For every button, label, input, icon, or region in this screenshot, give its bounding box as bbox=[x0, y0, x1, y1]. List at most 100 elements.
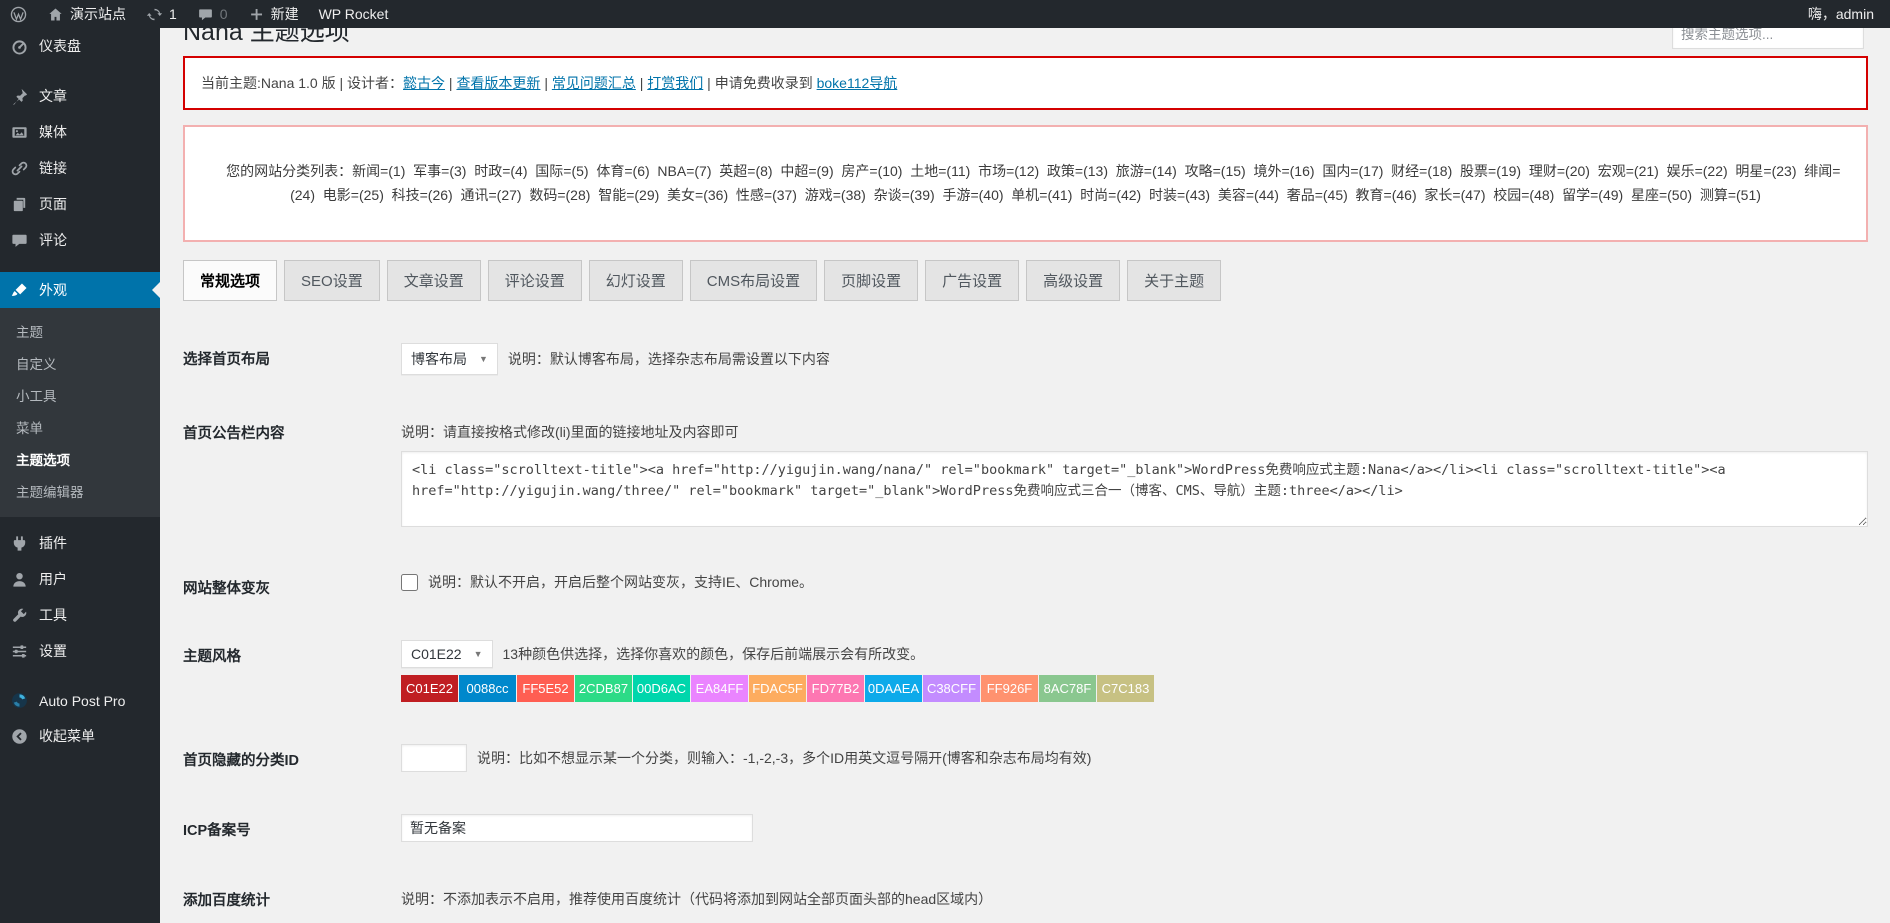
main-content: Nana 主题选项 当前主题:Nana 1.0 版 | 设计者：懿古今 | 查看… bbox=[160, 0, 1890, 923]
sidebar-item-users[interactable]: 用户 bbox=[0, 561, 160, 597]
comment-count: 0 bbox=[220, 6, 228, 22]
color-swatch[interactable]: FDAC5F bbox=[749, 675, 806, 702]
color-swatch[interactable]: 00D6AC bbox=[633, 675, 690, 702]
icp-input[interactable] bbox=[401, 814, 753, 842]
color-swatch[interactable]: C01E22 bbox=[401, 675, 458, 702]
theme-color-select-value: C01E22 bbox=[411, 646, 462, 662]
gray-checkbox[interactable] bbox=[401, 574, 418, 591]
field-label-baidu: 添加百度统计 bbox=[183, 884, 401, 910]
sidebar-item-plugins[interactable]: 插件 bbox=[0, 525, 160, 561]
field-label-hide-cats: 首页隐藏的分类ID bbox=[183, 744, 401, 770]
wp-rocket-menu-item[interactable]: WP Rocket bbox=[309, 0, 399, 28]
theme-info-link[interactable]: 查看版本更新 bbox=[456, 75, 540, 91]
account-menu-item[interactable]: 嗨，admin bbox=[1798, 0, 1890, 28]
color-swatch[interactable]: FF926F bbox=[981, 675, 1038, 702]
sidebar-item-appearance[interactable]: 外观 bbox=[0, 272, 160, 308]
notice-desc: 说明：请直接按格式修改(li)里面的链接地址及内容即可 bbox=[401, 417, 1868, 442]
sidebar-item-label: 文章 bbox=[39, 86, 67, 106]
tab-about[interactable]: 关于主题 bbox=[1127, 260, 1221, 301]
submenu-item-widgets[interactable]: 小工具 bbox=[0, 379, 160, 411]
sidebar-item-label: 插件 bbox=[39, 533, 67, 553]
notice-textarea[interactable]: <li class="scrolltext-title"><a href="ht… bbox=[401, 451, 1868, 527]
home-layout-desc: 说明：默认博客布局，选择杂志布局需设置以下内容 bbox=[508, 349, 830, 369]
theme-info-text: 当前主题:Nana 1.0 版 | 设计者：懿古今 | 查看版本更新 | 常见问… bbox=[201, 75, 897, 91]
pin-icon bbox=[10, 87, 29, 106]
theme-color-select[interactable]: C01E22 ▼ bbox=[401, 640, 493, 668]
color-swatch[interactable]: 0DAAEA bbox=[865, 675, 922, 702]
appearance-submenu: 主题 自定义 小工具 菜单 主题选项 主题编辑器 bbox=[0, 308, 160, 517]
sidebar-item-collapse-menu[interactable]: 收起菜单 bbox=[0, 718, 160, 754]
category-list-text: 您的网站分类列表：新闻=(1) 军事=(3) 时政=(4) 国际=(5) 体育=… bbox=[226, 163, 1840, 203]
user-icon bbox=[10, 570, 29, 589]
sidebar-item-media[interactable]: 媒体 bbox=[0, 114, 160, 150]
tab-advanced[interactable]: 高级设置 bbox=[1026, 260, 1120, 301]
wrench-icon bbox=[10, 606, 29, 625]
color-swatch[interactable]: FD77B2 bbox=[807, 675, 864, 702]
comments-menu-item[interactable]: 0 bbox=[187, 0, 238, 28]
tab-seo[interactable]: SEO设置 bbox=[284, 260, 380, 301]
hide-cats-desc: 说明：比如不想显示某一个分类，则输入：-1,-2,-3，多个ID用英文逗号隔开(… bbox=[477, 748, 1091, 768]
field-label-gray: 网站整体变灰 bbox=[183, 572, 401, 598]
howdy-text: 嗨，admin bbox=[1808, 4, 1874, 24]
sidebar-item-settings[interactable]: 设置 bbox=[0, 633, 160, 669]
sidebar-item-label: 外观 bbox=[39, 280, 67, 300]
field-label-icp: ICP备案号 bbox=[183, 814, 401, 840]
color-swatch[interactable]: 2CDB87 bbox=[575, 675, 632, 702]
pages-icon bbox=[10, 195, 29, 214]
theme-info-link[interactable]: 常见问题汇总 bbox=[552, 75, 636, 91]
theme-info-link[interactable]: 打赏我们 bbox=[647, 75, 703, 91]
tab-cms-layout[interactable]: CMS布局设置 bbox=[690, 260, 817, 301]
wordpress-logo-icon[interactable] bbox=[0, 0, 37, 28]
sidebar-item-pages[interactable]: 页面 bbox=[0, 186, 160, 222]
sidebar-item-label: 媒体 bbox=[39, 122, 67, 142]
submenu-item-theme-editor[interactable]: 主题编辑器 bbox=[0, 475, 160, 507]
submenu-item-menus[interactable]: 菜单 bbox=[0, 411, 160, 443]
tab-general[interactable]: 常规选项 bbox=[183, 260, 277, 301]
tab-posts[interactable]: 文章设置 bbox=[387, 260, 481, 301]
color-swatch[interactable]: EA84FF bbox=[691, 675, 748, 702]
home-layout-select-value: 博客布局 bbox=[411, 349, 467, 369]
sidebar-item-links[interactable]: 链接 bbox=[0, 150, 160, 186]
media-icon bbox=[10, 123, 29, 142]
field-label-home-layout: 选择首页布局 bbox=[183, 343, 401, 369]
tab-comments[interactable]: 评论设置 bbox=[488, 260, 582, 301]
sidebar-item-label: 收起菜单 bbox=[39, 726, 95, 746]
color-swatch[interactable]: C38CFF bbox=[923, 675, 980, 702]
wp-rocket-label: WP Rocket bbox=[319, 6, 389, 22]
updates-menu-item[interactable]: 1 bbox=[136, 0, 187, 28]
theme-info-link[interactable]: boke112导航 bbox=[817, 75, 898, 91]
sidebar-item-auto-post-pro[interactable]: Auto Post Pro bbox=[0, 683, 160, 718]
comments-icon bbox=[10, 231, 29, 250]
tab-ads[interactable]: 广告设置 bbox=[925, 260, 1019, 301]
sidebar-item-label: 用户 bbox=[39, 569, 67, 589]
submenu-item-customize[interactable]: 自定义 bbox=[0, 347, 160, 379]
color-swatch[interactable]: FF5E52 bbox=[517, 675, 574, 702]
sidebar-item-tools[interactable]: 工具 bbox=[0, 597, 160, 633]
tab-footer[interactable]: 页脚设置 bbox=[824, 260, 918, 301]
color-swatch[interactable]: C7C183 bbox=[1097, 675, 1154, 702]
sidebar-item-comments[interactable]: 评论 bbox=[0, 222, 160, 258]
home-layout-select[interactable]: 博客布局 ▼ bbox=[401, 343, 498, 375]
submenu-item-theme-options[interactable]: 主题选项 bbox=[0, 443, 160, 475]
hide-cats-input[interactable] bbox=[401, 744, 467, 772]
auto-post-pro-icon bbox=[10, 691, 29, 710]
sliders-icon bbox=[10, 642, 29, 661]
sidebar-item-label: 设置 bbox=[39, 641, 67, 661]
new-menu-item[interactable]: 新建 bbox=[238, 0, 309, 28]
theme-info-link[interactable]: 懿古今 bbox=[403, 75, 445, 91]
field-label-style: 主题风格 bbox=[183, 640, 401, 666]
field-label-notice: 首页公告栏内容 bbox=[183, 417, 401, 443]
color-swatch[interactable]: 8AC78F bbox=[1039, 675, 1096, 702]
submenu-item-themes[interactable]: 主题 bbox=[0, 315, 160, 347]
sidebar-item-dashboard[interactable]: 仪表盘 bbox=[0, 28, 160, 64]
tab-slider[interactable]: 幻灯设置 bbox=[589, 260, 683, 301]
site-menu-item[interactable]: 演示站点 bbox=[37, 0, 136, 28]
plug-icon bbox=[10, 534, 29, 553]
dashboard-icon bbox=[10, 37, 29, 56]
color-swatches: C01E220088ccFF5E522CDB8700D6ACEA84FFFDAC… bbox=[401, 675, 1868, 702]
collapse-icon bbox=[10, 727, 29, 746]
new-label: 新建 bbox=[271, 4, 299, 24]
sidebar-item-posts[interactable]: 文章 bbox=[0, 78, 160, 114]
color-swatch[interactable]: 0088cc bbox=[459, 675, 516, 702]
link-icon bbox=[10, 159, 29, 178]
